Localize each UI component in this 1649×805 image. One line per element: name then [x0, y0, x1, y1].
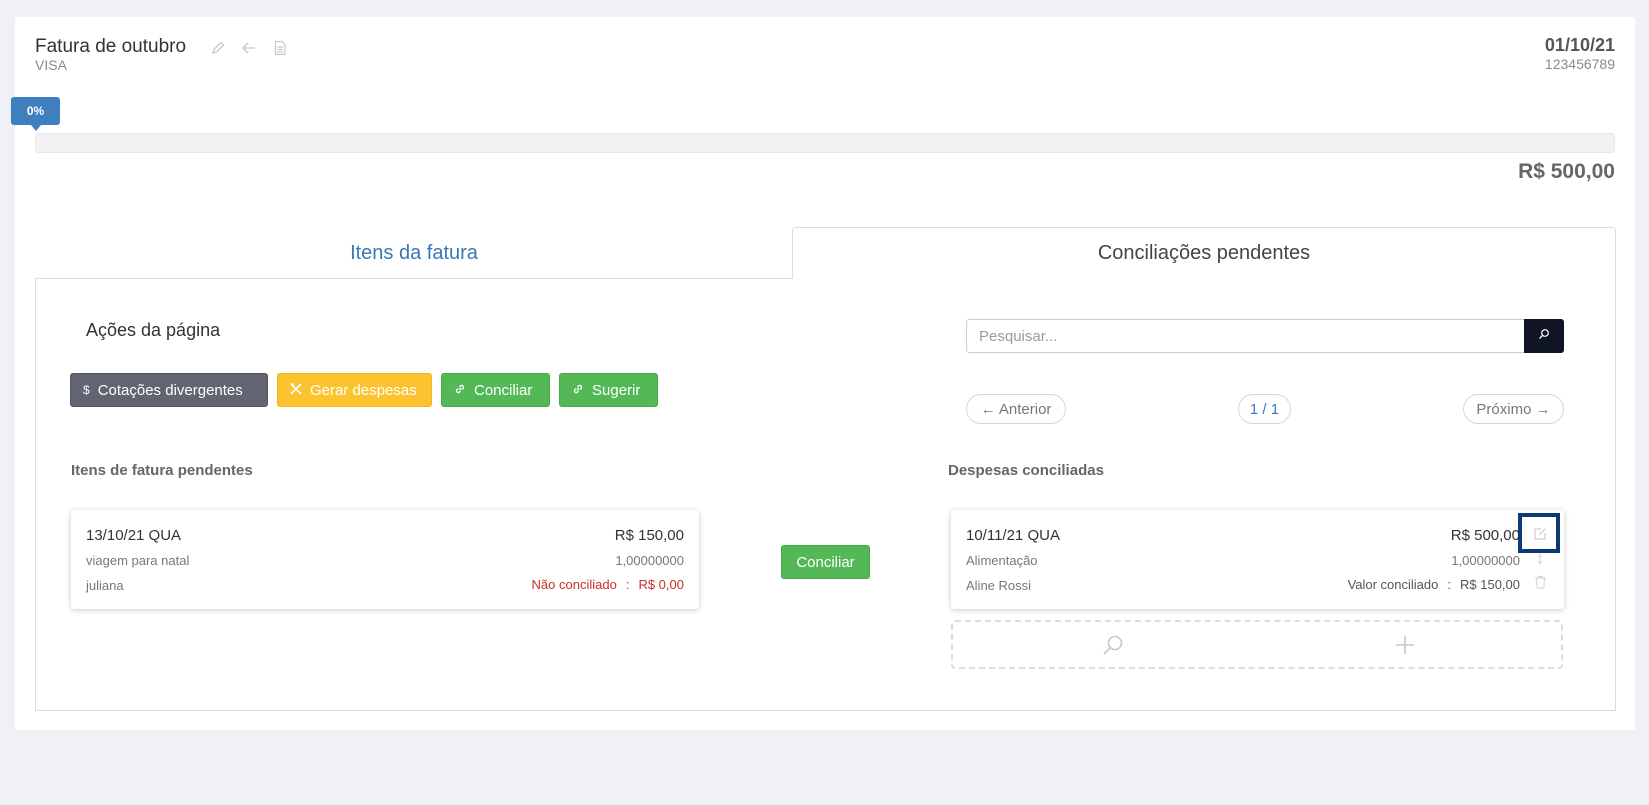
link-icon: [454, 382, 466, 399]
next-page-button[interactable]: Próximo →: [1463, 394, 1564, 424]
cotacoes-divergentes-button[interactable]: $ Cotações divergentes: [70, 373, 268, 407]
item-rate: 1,00000000: [615, 553, 684, 568]
item-status: Não conciliado : R$ 0,00: [532, 577, 684, 592]
item-date: 13/10/21 QUA: [86, 527, 182, 544]
page-title: Fatura de outubro: [35, 36, 187, 57]
invoice-date: 01/10/21: [1544, 35, 1615, 55]
item-amount: R$ 150,00: [614, 527, 684, 544]
card-brand: VISA: [35, 57, 67, 73]
tools-icon: [290, 382, 302, 399]
pencil-icon[interactable]: [208, 38, 228, 58]
document-icon[interactable]: [270, 38, 290, 58]
dollar-icon: $: [83, 383, 90, 397]
invoice-total: R$ 500,00: [1518, 160, 1615, 183]
item-rate: 1,00000000: [1451, 553, 1520, 568]
search-input[interactable]: [966, 319, 1526, 353]
search-expense-icon[interactable]: [1101, 633, 1125, 662]
trash-icon[interactable]: [1534, 575, 1547, 589]
reconciled-item-card[interactable]: 10/11/21 QUA R$ 500,00 Alimentação 1,000…: [951, 510, 1564, 609]
conciliar-action-button[interactable]: Conciliar: [441, 373, 550, 407]
conciliar-button[interactable]: Conciliar: [781, 545, 870, 579]
button-label: Cotações divergentes: [97, 381, 243, 399]
value-label: Valor conciliado: [1347, 577, 1439, 592]
progress-bar: [35, 133, 1615, 153]
previous-page-button[interactable]: ← Anterior: [966, 394, 1066, 424]
search-button[interactable]: [1524, 319, 1564, 353]
sugerir-button[interactable]: Sugerir: [559, 373, 658, 407]
value-amount: R$ 150,00: [1460, 577, 1520, 592]
tab-itens-da-fatura[interactable]: Itens da fatura: [35, 228, 793, 279]
link-icon[interactable]: [1536, 552, 1544, 566]
button-label: Gerar despesas: [310, 381, 417, 399]
invoice-number: 123456789: [1544, 56, 1615, 72]
status-label: Não conciliado: [531, 577, 617, 592]
reconciled-value: Valor conciliado : R$ 150,00: [1348, 577, 1520, 592]
page-indicator: 1 / 1: [1238, 394, 1291, 424]
progress-badge: 0%: [11, 97, 60, 131]
item-person: juliana: [86, 578, 124, 593]
actions-title: Ações da página: [86, 320, 221, 340]
status-amount: R$ 0,00: [638, 577, 684, 592]
item-amount: R$ 500,00: [1450, 527, 1520, 544]
item-person: Aline Rossi: [966, 578, 1032, 593]
add-expense-icon[interactable]: [1393, 633, 1417, 662]
item-description: viagem para natal: [86, 553, 190, 568]
button-label: Conciliar: [474, 381, 533, 399]
reconciled-title: Despesas conciliadas: [948, 462, 1104, 479]
tab-conciliacoes-pendentes[interactable]: Conciliações pendentes: [792, 227, 1616, 279]
gerar-despesas-button[interactable]: Gerar despesas: [277, 373, 432, 407]
pending-items-title: Itens de fatura pendentes: [71, 462, 253, 479]
item-category: Alimentação: [966, 553, 1038, 568]
button-label: Sugerir: [592, 381, 641, 399]
item-date: 10/11/21 QUA: [966, 527, 1060, 544]
focus-highlight: [1518, 513, 1560, 553]
pending-item-card[interactable]: 13/10/21 QUA R$ 150,00 viagem para natal…: [71, 510, 699, 609]
status-separator: :: [625, 577, 630, 592]
add-expense-area: [951, 620, 1563, 669]
arrow-left-icon[interactable]: [239, 38, 259, 58]
link-icon: [572, 382, 584, 399]
value-separator: :: [1447, 577, 1451, 592]
search-icon: [1538, 327, 1550, 345]
